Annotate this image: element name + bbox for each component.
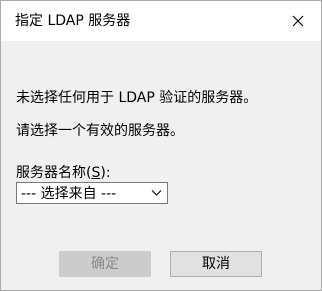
dialog-title: 指定 LDAP 服务器	[15, 13, 131, 29]
close-icon	[292, 15, 304, 27]
title-bar: 指定 LDAP 服务器	[1, 1, 321, 41]
server-name-label: 服务器名称(S):	[16, 164, 111, 182]
message-line-2: 请选择一个有效的服务器。	[16, 123, 184, 139]
server-name-label-suffix: ):	[100, 165, 111, 181]
cancel-button[interactable]: 取消	[170, 251, 262, 277]
close-button[interactable]	[275, 1, 321, 41]
server-name-select[interactable]: --- 选择来自 ---	[16, 182, 168, 204]
server-name-label-prefix: 服务器名称(	[16, 165, 92, 181]
chevron-down-icon	[151, 190, 162, 196]
server-name-selected-value: --- 选择来自 ---	[21, 186, 117, 202]
message-line-1: 未选择任何用于 LDAP 验证的服务器。	[16, 90, 258, 106]
ok-button[interactable]: 确定	[59, 251, 151, 277]
ldap-server-dialog: 指定 LDAP 服务器 未选择任何用于 LDAP 验证的服务器。 请选择一个有效…	[0, 0, 322, 291]
